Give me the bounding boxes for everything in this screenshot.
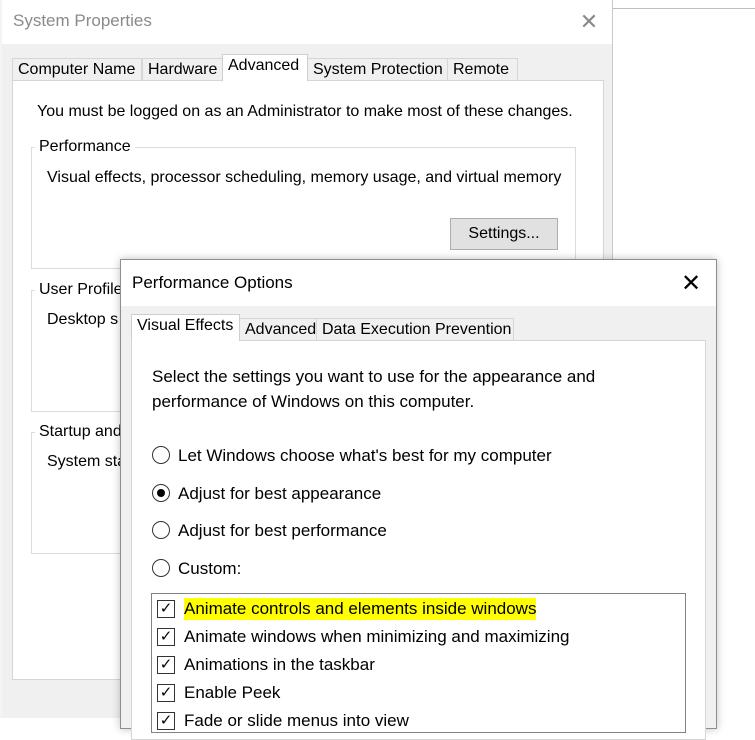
- tab-system-protection[interactable]: System Protection: [307, 58, 448, 80]
- visual-effects-list[interactable]: ✓ Animate controls and elements inside w…: [151, 593, 686, 733]
- effect-label-highlighted: Animate controls and elements inside win…: [184, 598, 537, 620]
- user-profiles-label: User Profile: [35, 281, 127, 299]
- tab-hardware[interactable]: Hardware: [142, 58, 223, 80]
- radio-label: Adjust for best performance: [178, 521, 387, 540]
- performance-description: Visual effects, processor scheduling, me…: [47, 169, 562, 186]
- startup-recovery-description: System sta: [47, 453, 127, 470]
- dialog-title-bar: Performance Options ✕: [121, 260, 716, 306]
- checkbox[interactable]: ✓: [157, 628, 175, 646]
- radio-button[interactable]: [152, 521, 170, 539]
- tab-visual-effects[interactable]: Visual Effects: [131, 314, 240, 341]
- performance-settings-button[interactable]: Settings...: [450, 218, 558, 250]
- checkbox[interactable]: ✓: [157, 712, 175, 730]
- startup-recovery-label: Startup and: [35, 423, 126, 441]
- effect-label: Fade or slide menus into view: [184, 711, 409, 730]
- user-profiles-description: Desktop s: [47, 311, 119, 328]
- title-bar: System Properties ✕: [2, 0, 612, 44]
- effect-label: Animations in the taskbar: [184, 655, 375, 674]
- visual-effects-description: Select the settings you want to use for …: [152, 367, 596, 411]
- checkbox[interactable]: ✓: [157, 684, 175, 702]
- radio-button-selected[interactable]: [152, 484, 170, 502]
- radio-label: Let Windows choose what's best for my co…: [178, 446, 552, 465]
- tab-advanced-perf[interactable]: Advanced: [239, 318, 317, 340]
- window-title: System Properties: [13, 11, 152, 30]
- effect-label: Animate windows when minimizing and maxi…: [184, 627, 570, 646]
- dialog-title: Performance Options: [132, 273, 293, 292]
- radio-label: Adjust for best appearance: [178, 484, 382, 503]
- effect-label: Enable Peek: [184, 683, 281, 702]
- radio-button[interactable]: [152, 446, 170, 464]
- close-icon[interactable]: ✕: [575, 8, 603, 36]
- tab-data-execution-prevention[interactable]: Data Execution Prevention: [316, 318, 514, 340]
- tab-computer-name[interactable]: Computer Name: [12, 58, 142, 80]
- radio-label: Custom:: [178, 559, 242, 578]
- admin-note: You must be logged on as an Administrato…: [37, 103, 573, 120]
- close-icon[interactable]: ✕: [676, 269, 706, 299]
- radio-button[interactable]: [152, 559, 170, 577]
- performance-options-dialog: Performance Options ✕ Visual Effects Adv…: [120, 259, 717, 740]
- tab-remote[interactable]: Remote: [447, 58, 518, 80]
- background-window-top: [612, 0, 755, 9]
- performance-group: [31, 147, 576, 269]
- tab-advanced[interactable]: Advanced: [222, 54, 308, 81]
- performance-label: Performance: [35, 138, 135, 156]
- checkbox[interactable]: ✓: [157, 600, 175, 618]
- checkbox[interactable]: ✓: [157, 656, 175, 674]
